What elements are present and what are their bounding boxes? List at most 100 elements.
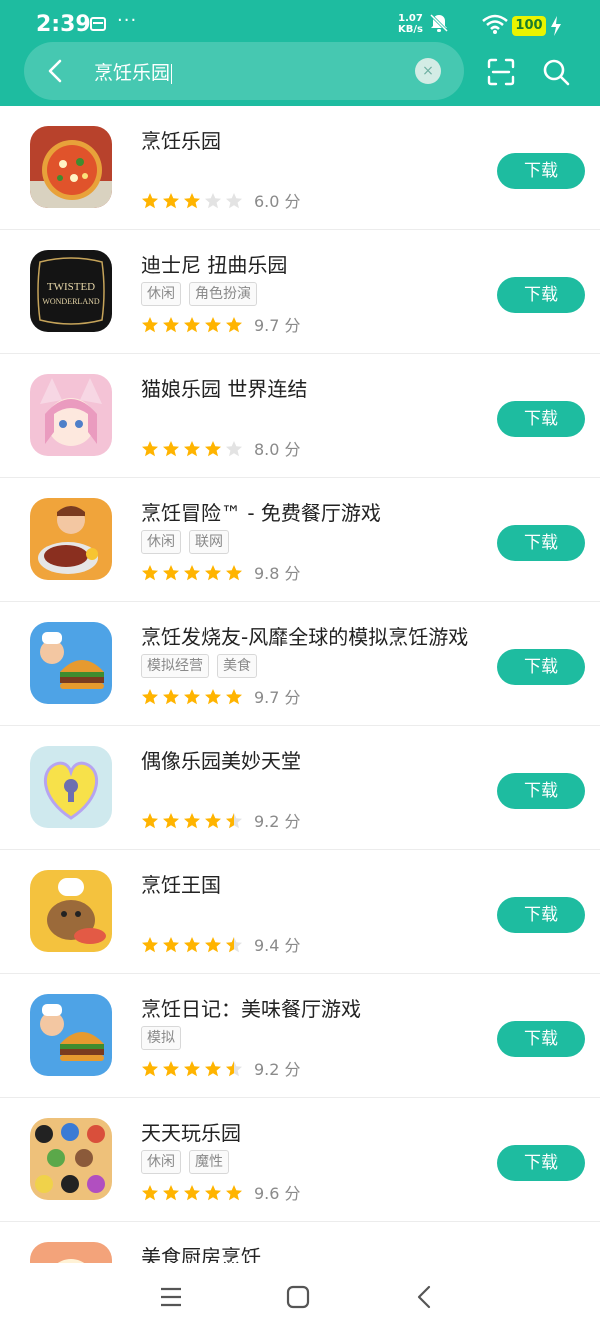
- star-full-icon: [183, 812, 201, 830]
- svg-text:WONDERLAND: WONDERLAND: [42, 297, 100, 306]
- recent-apps-icon[interactable]: [159, 1285, 183, 1309]
- app-name[interactable]: 偶像乐园美妙天堂: [141, 745, 301, 774]
- star-full-icon: [141, 192, 159, 210]
- star-half-icon: [225, 812, 243, 830]
- sim-card-icon: [90, 17, 106, 31]
- search-query-text: 烹饪乐园: [94, 62, 171, 84]
- app-list-item[interactable]: 猫娘乐园 世界连结 8.0 分 下载: [0, 354, 600, 478]
- heart-keyhole-icon[interactable]: [30, 746, 112, 828]
- download-button[interactable]: 下载: [497, 525, 585, 561]
- more-notifications-icon: ···: [117, 10, 138, 31]
- network-speed-unit: KB/s: [398, 24, 423, 35]
- star-full-icon: [204, 440, 222, 458]
- star-full-icon: [204, 564, 222, 582]
- star-rating: [141, 686, 246, 706]
- chef-burger-icon[interactable]: [30, 994, 112, 1076]
- app-list-item[interactable]: 偶像乐园美妙天堂 9.2 分 下载: [0, 726, 600, 850]
- chef-burger-icon[interactable]: [30, 622, 112, 704]
- download-button[interactable]: 下载: [497, 897, 585, 933]
- download-button[interactable]: 下载: [497, 401, 585, 437]
- kitchen-food-icon[interactable]: [30, 1242, 112, 1263]
- download-button[interactable]: 下载: [497, 649, 585, 685]
- category-tag: 联网: [189, 530, 229, 554]
- capybara-chef-icon[interactable]: [30, 870, 112, 952]
- star-full-icon: [183, 316, 201, 334]
- star-empty-icon: [204, 192, 222, 210]
- star-half-icon: [225, 936, 243, 954]
- chef-steak-icon[interactable]: [30, 498, 112, 580]
- app-name[interactable]: 迪士尼 扭曲乐园: [141, 249, 287, 278]
- download-button[interactable]: 下载: [497, 1145, 585, 1181]
- app-list-item[interactable]: 天天玩乐园 休闲 魔性 9.6 分 下载: [0, 1098, 600, 1222]
- category-tag: 休闲: [141, 282, 181, 306]
- download-button[interactable]: 下载: [497, 277, 585, 313]
- text-cursor: [171, 63, 173, 84]
- star-full-icon: [204, 1060, 222, 1078]
- back-arrow-icon[interactable]: [42, 57, 70, 85]
- star-empty-icon: [225, 440, 243, 458]
- star-full-icon: [141, 440, 159, 458]
- app-name[interactable]: 天天玩乐园: [141, 1117, 241, 1146]
- app-list-item[interactable]: 烹饪发烧友-风靡全球的模拟烹饪游戏 模拟经营 美食 9.7 分 下载: [0, 602, 600, 726]
- app-tags: 模拟: [141, 1026, 189, 1050]
- search-input[interactable]: 烹饪乐园: [94, 58, 173, 85]
- app-tags: 休闲 角色扮演: [141, 282, 265, 306]
- star-full-icon: [183, 936, 201, 954]
- search-results-list[interactable]: 烹饪乐园 6.0 分下载 TWISTED WONDERLAND 迪士尼 扭曲乐园 休闲 角色…: [0, 106, 600, 1263]
- back-icon[interactable]: [413, 1285, 437, 1309]
- star-full-icon: [141, 812, 159, 830]
- rating-row: 9.8 分: [141, 560, 301, 583]
- mute-bell-icon: [429, 13, 449, 33]
- app-list-item[interactable]: TWISTED WONDERLAND 迪士尼 扭曲乐园休闲 角色扮演 9.7 分 下载: [0, 230, 600, 354]
- home-icon[interactable]: [286, 1285, 310, 1309]
- star-full-icon: [204, 812, 222, 830]
- system-nav-bar: [0, 1263, 600, 1333]
- rating-score: 9.2 分: [254, 1060, 301, 1079]
- star-rating: [141, 562, 246, 582]
- app-name[interactable]: 烹饪乐园: [141, 125, 221, 154]
- star-rating: [141, 438, 246, 458]
- app-name[interactable]: 烹饪王国: [141, 869, 221, 898]
- star-rating: [141, 1182, 246, 1202]
- app-list-item[interactable]: 烹饪日记：美味餐厅游戏模拟 9.2 分 下载: [0, 974, 600, 1098]
- star-full-icon: [225, 316, 243, 334]
- star-rating: [141, 934, 246, 954]
- star-half-icon: [225, 1060, 243, 1078]
- star-full-icon: [225, 1184, 243, 1202]
- app-name[interactable]: 烹饪发烧友-风靡全球的模拟烹饪游戏: [141, 621, 468, 650]
- star-full-icon: [141, 316, 159, 334]
- rating-score: 9.4 分: [254, 936, 301, 955]
- clear-search-button[interactable]: ×: [415, 58, 441, 84]
- star-full-icon: [162, 1184, 180, 1202]
- catgirl-anime-icon[interactable]: [30, 374, 112, 456]
- pizza-game-icon[interactable]: [30, 126, 112, 208]
- app-name[interactable]: 美食厨房烹饪: [141, 1241, 261, 1263]
- app-list-item[interactable]: 烹饪王国 9.4 分 下载: [0, 850, 600, 974]
- rating-row: 8.0 分: [141, 436, 301, 459]
- download-button[interactable]: 下载: [497, 153, 585, 189]
- app-list-item[interactable]: 美食厨房烹饪: [0, 1222, 600, 1263]
- search-icon[interactable]: [542, 58, 570, 86]
- star-rating: [141, 314, 246, 334]
- crowd-faces-icon[interactable]: [30, 1118, 112, 1200]
- star-full-icon: [162, 316, 180, 334]
- app-list-item[interactable]: 烹饪乐园 6.0 分 下载: [0, 106, 600, 230]
- star-full-icon: [183, 1184, 201, 1202]
- search-bar[interactable]: 烹饪乐园 ×: [24, 42, 464, 100]
- app-name[interactable]: 烹饪日记：美味餐厅游戏: [141, 993, 361, 1022]
- rating-score: 9.7 分: [254, 316, 301, 335]
- category-tag: 模拟: [141, 1026, 181, 1050]
- rating-score: 6.0 分: [254, 192, 301, 211]
- download-button[interactable]: 下载: [497, 773, 585, 809]
- app-name[interactable]: 烹饪冒险™ - 免费餐厅游戏: [141, 497, 381, 526]
- app-list-item[interactable]: 烹饪冒险™ - 免费餐厅游戏 休闲 联网 9.8 分 下载: [0, 478, 600, 602]
- rating-row: 9.2 分: [141, 808, 301, 831]
- rating-row: 9.7 分: [141, 312, 301, 335]
- app-name[interactable]: 猫娘乐园 世界连结: [141, 373, 307, 402]
- star-full-icon: [183, 1060, 201, 1078]
- download-button[interactable]: 下载: [497, 1021, 585, 1057]
- svg-text:TWISTED: TWISTED: [47, 281, 95, 293]
- scan-icon[interactable]: [487, 58, 515, 86]
- twisted-wonderland-icon[interactable]: TWISTED WONDERLAND: [30, 250, 112, 332]
- star-full-icon: [162, 440, 180, 458]
